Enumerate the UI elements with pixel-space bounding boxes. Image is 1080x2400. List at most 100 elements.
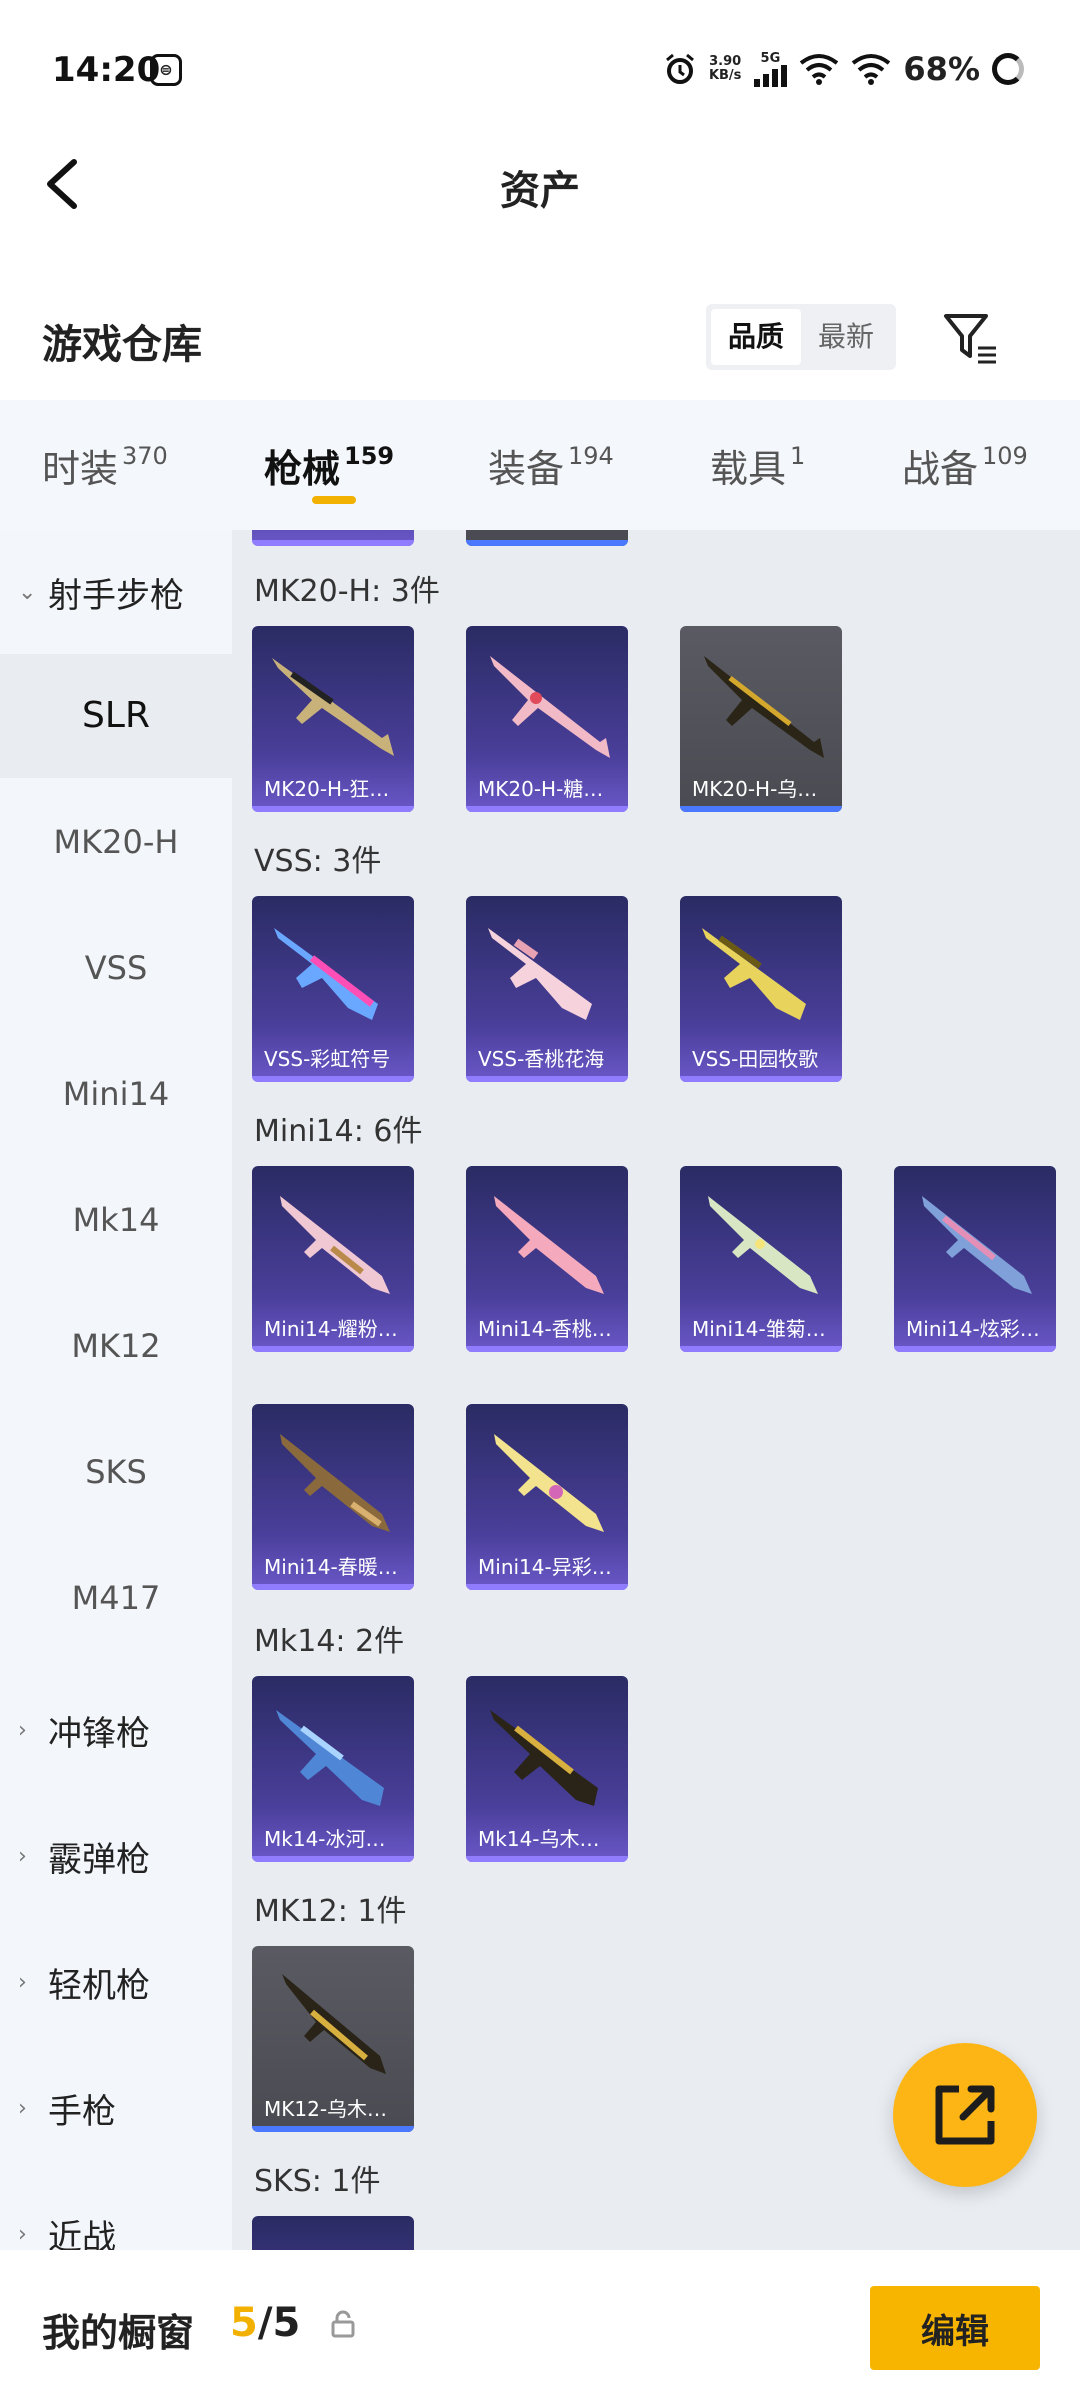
skin-card[interactable]: MK12-乌木… (252, 1946, 414, 2132)
alarm-icon (665, 53, 694, 84)
page-title: 资产 (500, 168, 580, 214)
rifle-icon (494, 1196, 604, 1294)
share-fab[interactable] (893, 2043, 1037, 2187)
skin-card[interactable]: VSS-彩虹符号 (252, 896, 414, 1082)
battery-ring-icon (992, 53, 1024, 85)
wifi-icon (800, 54, 839, 85)
category-tabs: 时装 370 枪械 159 装备 194 载具 1 战备 109 (0, 400, 1080, 530)
skin-card-name: VSS-香桃花海 (478, 1047, 605, 1071)
status-bar: 14:20 ⊜ 3.90 KB/s 5G 68% (0, 0, 1080, 140)
skin-card-name: MK20-H-乌… (692, 777, 818, 801)
rifle-icon (276, 1710, 384, 1806)
skin-card[interactable]: VSS-田园牧歌 (680, 896, 842, 1082)
showcase-bar: 我的橱窗 5/5 编辑 (0, 2250, 1080, 2400)
skin-card[interactable]: MK20-H-狂… (252, 626, 414, 812)
rifle-icon (494, 1434, 604, 1532)
group-label-mk12: MK12: 1件 (254, 1894, 407, 1929)
skin-card-name: Mini14-雏菊… (692, 1317, 826, 1341)
sidebar-item-slr[interactable]: SLR (0, 654, 232, 778)
chevron-right-icon: › (18, 1844, 27, 1869)
rifle-icon (708, 1196, 818, 1294)
skin-card-name: Mini14-耀粉… (264, 1317, 398, 1341)
sidebar-group-shotgun[interactable]: › 霰弹枪 (18, 1832, 150, 1881)
group-label-mini14: Mini14: 6件 (254, 1114, 423, 1149)
skin-card-name: VSS-田园牧歌 (692, 1047, 819, 1071)
skin-card-partial[interactable] (466, 530, 628, 546)
tab-equipment[interactable]: 装备 194 (488, 438, 614, 493)
sidebar-group-lmg[interactable]: › 轻机枪 (18, 1958, 150, 2007)
chevron-right-icon: › (18, 2222, 27, 2247)
tab-vehicles[interactable]: 载具 1 (710, 438, 805, 493)
wifi-icon-2 (852, 54, 891, 85)
rifle-icon (282, 1974, 386, 2074)
tab-battle-gear[interactable]: 战备 109 (902, 438, 1028, 493)
sort-newest-option[interactable]: 最新 (801, 309, 891, 365)
group-label-vss: VSS: 3件 (254, 844, 382, 879)
rifle-icon (490, 656, 610, 758)
skin-card-name: VSS-彩虹符号 (264, 1047, 391, 1071)
sidebar-group-marksman[interactable]: ⌄ 射手步枪 (18, 568, 184, 617)
sidebar-item-mk14[interactable]: Mk14 (0, 1158, 232, 1282)
sidebar-item-m417[interactable]: M417 (0, 1536, 232, 1660)
rifle-icon (490, 1710, 598, 1806)
skin-card-name: Mini14-异彩… (478, 1555, 612, 1579)
rifle-icon (272, 658, 394, 756)
sidebar-item-mini14[interactable]: Mini14 (0, 1032, 232, 1156)
lock-icon (331, 2310, 355, 2338)
skin-card-name: Mk14-乌木… (478, 1827, 600, 1851)
sidebar-item-mk12[interactable]: MK12 (0, 1284, 232, 1408)
weapon-category-sidebar: ⌄ 射手步枪 SLR MK20-H VSS Mini14 Mk14 MK12 SK… (0, 530, 232, 2250)
skin-card[interactable]: Mini14-雏菊… (680, 1166, 842, 1352)
skin-card[interactable]: MK20-H-乌… (680, 626, 842, 812)
skin-card[interactable]: Mini14-香桃… (466, 1166, 628, 1352)
notification-icon: ⊜ (150, 54, 182, 86)
tab-weapons[interactable]: 枪械 159 (264, 438, 394, 493)
sidebar-group-melee[interactable]: › 近战 (18, 2210, 116, 2250)
cellular-signal-icon: 5G (753, 52, 788, 87)
skin-card-partial[interactable] (252, 2216, 414, 2250)
skin-card[interactable]: Mini14-炫彩… (894, 1166, 1056, 1352)
rifle-icon (704, 656, 824, 758)
skin-card-name: Mini14-春暖… (264, 1555, 398, 1579)
status-indicators: 3.90 KB/s 5G 68% (663, 48, 1024, 90)
weapon-skin-grid: MK20-H: 3件 MK20-H-狂… MK20-H-糖… MK20-H-乌…… (232, 530, 1080, 2250)
skin-card[interactable]: VSS-香桃花海 (466, 896, 628, 1082)
skin-card[interactable]: Mini14-春暖… (252, 1404, 414, 1590)
chevron-right-icon: › (18, 1718, 27, 1743)
rifle-icon (922, 1196, 1032, 1294)
group-label-mk14: Mk14: 2件 (254, 1624, 405, 1659)
sidebar-item-vss[interactable]: VSS (0, 906, 232, 1030)
sort-toggle: 品质 最新 (706, 304, 896, 370)
group-label-mk20h: MK20-H: 3件 (254, 574, 440, 609)
showcase-label: 我的橱窗 (42, 2311, 195, 2355)
battery-level: 68% (903, 50, 980, 88)
sidebar-group-smg[interactable]: › 冲锋枪 (18, 1706, 150, 1755)
skin-card[interactable]: Mk14-乌木… (466, 1676, 628, 1862)
filter-icon[interactable] (940, 308, 1000, 368)
sort-quality-option[interactable]: 品质 (711, 309, 801, 365)
skin-card[interactable]: Mk14-冰河… (252, 1676, 414, 1862)
chevron-right-icon: › (18, 2096, 27, 2121)
skin-card[interactable]: MK20-H-糖… (466, 626, 628, 812)
skin-card-partial[interactable] (252, 530, 414, 546)
network-speed: 3.90 KB/s (708, 54, 742, 83)
rifle-icon (274, 928, 378, 1020)
skin-card-name: MK20-H-糖… (478, 777, 604, 801)
skin-card-name: MK20-H-狂… (264, 777, 390, 801)
rifle-icon (280, 1196, 390, 1294)
rifle-icon (280, 1434, 390, 1532)
skin-card[interactable]: Mini14-异彩… (466, 1404, 628, 1590)
sidebar-group-pistol[interactable]: › 手枪 (18, 2084, 116, 2133)
tab-fashion[interactable]: 时装 370 (42, 438, 168, 493)
active-tab-indicator (312, 496, 356, 504)
showcase-count: 5/5 (230, 2300, 301, 2346)
skin-card-name: Mini14-香桃… (478, 1317, 612, 1341)
edit-button[interactable]: 编辑 (870, 2286, 1040, 2370)
rifle-icon (702, 928, 806, 1020)
rifle-icon (488, 928, 592, 1020)
sidebar-item-mk20h[interactable]: MK20-H (0, 780, 232, 904)
skin-card-name: MK12-乌木… (264, 2097, 388, 2121)
warehouse-title: 游戏仓库 (42, 322, 202, 368)
sidebar-item-sks[interactable]: SKS (0, 1410, 232, 1534)
skin-card[interactable]: Mini14-耀粉… (252, 1166, 414, 1352)
